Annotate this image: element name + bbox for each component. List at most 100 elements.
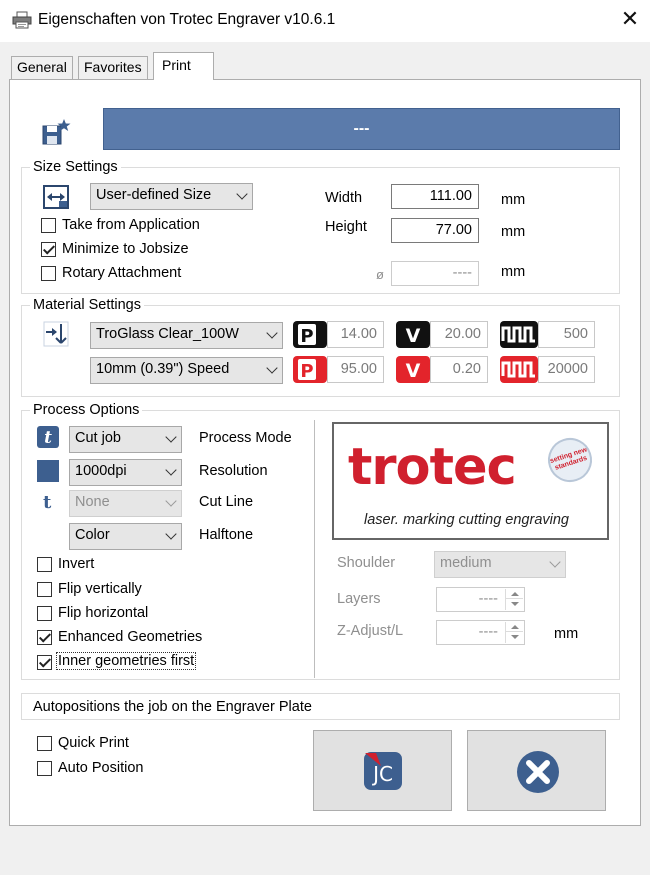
flip-vertically-label: Flip vertically [58,581,142,597]
chevron-down-icon [167,430,175,441]
window-title: Eigenschaften von Trotec Engraver v10.6.… [38,11,336,28]
shoulder-label: Shoulder [337,555,396,571]
rotary-attachment-checkbox[interactable] [41,266,56,281]
diameter-input: ---- [391,261,479,286]
flip-horizontal-label: Flip horizontal [58,605,149,621]
material-select[interactable]: TroGlass Clear_100W [90,322,283,349]
process-mode-select[interactable]: Cut job [69,426,182,453]
chevron-down-icon [167,463,175,474]
z-adjust-unit: mm [554,626,579,642]
shoulder-select: medium [434,551,566,578]
process-preset-select[interactable]: 10mm (0.39") Speed [90,357,283,384]
job-control-button[interactable]: JC [313,730,452,811]
frequency-icon [500,356,538,383]
power-value-1[interactable]: 14.00 [327,321,384,348]
resolution-value: 1000dpi [75,463,127,479]
layers-spinner: ---- [436,587,525,612]
frequency-icon [500,321,538,348]
power-value-2[interactable]: 95.00 [327,356,384,383]
cut-line-select: None [69,490,182,517]
width-input[interactable]: 111.00 [391,184,479,209]
separator [314,420,316,678]
z-adjust-spinner: ---- [436,620,525,645]
resolution-label: Resolution [199,463,268,479]
velocity-icon: V [396,356,430,383]
auto-position-label: Auto Position [58,760,144,776]
cancel-icon [516,750,560,794]
size-preset-select[interactable]: User-defined Size [90,183,253,210]
material-settings-icon[interactable] [42,320,70,348]
size-preset-value: User-defined Size [96,187,212,203]
inner-geometries-first-checkbox[interactable] [37,655,52,670]
height-input[interactable]: 77.00 [391,218,479,243]
process-mode-icon: t [37,426,59,448]
layers-value: ---- [478,591,498,607]
velocity-value-1[interactable]: 20.00 [430,321,488,348]
enhanced-geometries-label: Enhanced Geometries [58,629,203,645]
trotec-logo: trotec laser. marking cutting engraving … [332,422,609,540]
resolution-select[interactable]: 1000dpi [69,459,182,486]
tab-general[interactable]: General [11,56,73,79]
power-glyph: P [300,326,313,347]
tab-favorites[interactable]: Favorites [78,56,148,79]
job-name-banner: --- [103,108,620,150]
process-mode-label: Process Mode [199,430,292,446]
invert-checkbox[interactable] [37,557,52,572]
logo-seal-icon: setting new standards [542,432,598,488]
rotary-attachment-label: Rotary Attachment [62,265,182,281]
minimize-to-jobsize-checkbox[interactable] [41,242,56,257]
process-options-title: Process Options [30,402,143,418]
flip-horizontal-checkbox[interactable] [37,606,52,621]
height-label: Height [325,219,367,235]
auto-position-checkbox[interactable] [37,761,52,776]
z-adjust-label: Z-Adjust/L [337,623,404,639]
cut-line-label: Cut Line [199,494,254,510]
halftone-label: Halftone [199,527,254,543]
material-value: TroGlass Clear_100W [96,326,239,342]
take-from-application-checkbox[interactable] [41,218,56,233]
halftone-select[interactable]: Color [69,523,182,550]
frequency-value-1[interactable]: 500 [538,321,595,348]
spinner-arrows-icon [505,622,523,643]
velocity-glyph: V [406,360,421,382]
diameter-unit: mm [501,264,526,280]
size-settings-title: Size Settings [30,159,121,175]
shoulder-value: medium [440,555,492,571]
layers-label: Layers [337,591,381,607]
printer-icon [12,11,32,29]
halftone-value: Color [75,527,110,543]
frequency-value-2[interactable]: 20000 [538,356,595,383]
enhanced-geometries-checkbox[interactable] [37,630,52,645]
velocity-icon: V [396,321,430,348]
power-icon: P [293,321,327,348]
save-favorite-icon[interactable] [42,118,72,146]
power-glyph: P [300,361,313,382]
take-from-application-label: Take from Application [62,217,200,233]
cut-line-value: None [75,494,110,510]
flip-vertically-checkbox[interactable] [37,582,52,597]
chevron-down-icon [238,187,246,198]
chevron-down-icon [551,555,559,566]
minimize-to-jobsize-label: Minimize to Jobsize [62,241,189,257]
inner-geometries-first-label: Inner geometries first [55,652,197,670]
z-adjust-value: ---- [478,624,498,640]
cancel-button[interactable] [467,730,606,811]
resolution-icon [37,460,59,482]
width-unit: mm [501,192,526,208]
power-icon: P [293,356,327,383]
quick-print-checkbox[interactable] [37,736,52,751]
tab-print[interactable]: Print [153,52,214,80]
chevron-down-icon [167,494,175,505]
jc-icon: JC [362,750,404,792]
cut-line-icon: t [43,492,52,513]
invert-label: Invert [58,556,95,572]
close-icon[interactable]: ✕ [616,6,644,34]
logo-brand: trotec [348,438,517,497]
chevron-down-icon [167,527,175,538]
chevron-down-icon [268,361,276,372]
logo-tagline: laser. marking cutting engraving [364,512,569,528]
diameter-icon: ø [376,267,384,282]
velocity-glyph: V [406,325,421,347]
process-mode-value: Cut job [75,430,121,446]
velocity-value-2[interactable]: 0.20 [430,356,488,383]
